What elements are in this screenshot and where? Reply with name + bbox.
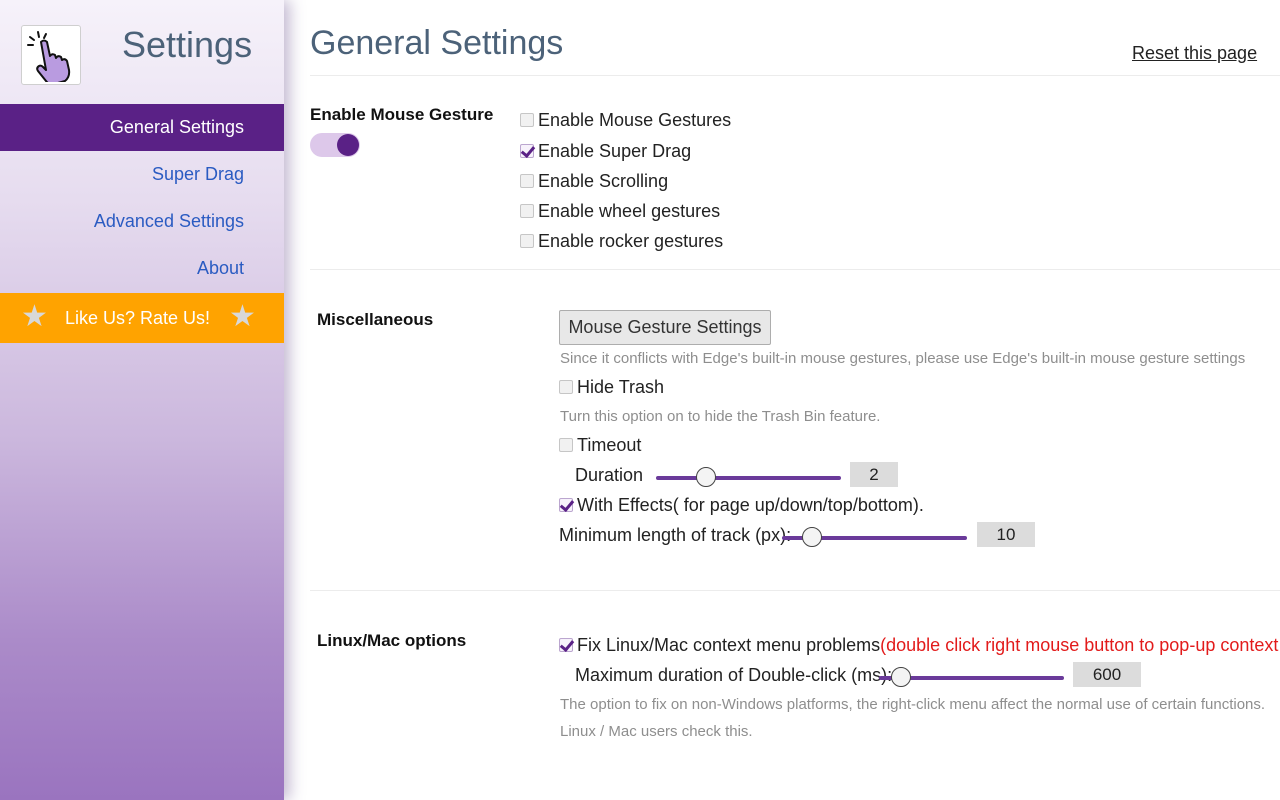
option-fix-linux-mac: Fix Linux/Mac context menu problems(doub… [559,635,1280,656]
brand-header: Settings [0,0,284,104]
hide-trash-hint: Turn this option on to hide the Trash Bi… [560,408,881,425]
sidebar-item-general-settings[interactable]: General Settings [0,104,284,151]
linux-section-label: Linux/Mac options [317,631,467,650]
sidebar: Settings General Settings Super Drag Adv… [0,0,284,800]
slider-track [656,476,841,480]
option-enable-rocker-gestures: Enable rocker gestures [520,231,723,252]
star-icon: ★ [21,300,48,333]
brand-title: Settings [122,24,253,65]
option-label: Enable Scrolling [538,171,669,191]
page-title: General Settings [310,24,564,62]
dblclick-label: Maximum duration of Double-click (ms): [575,665,893,685]
sidebar-item-advanced-settings[interactable]: Advanced Settings [0,198,284,245]
option-label: With Effects( for page up/down/top/botto… [577,495,924,515]
fix-linux-mac-checkbox[interactable] [559,638,573,652]
option-label: Enable Mouse Gestures [538,110,732,130]
hide-trash-checkbox[interactable] [559,380,573,394]
toggle-knob [337,134,359,156]
duration-label: Duration [575,465,644,485]
enable-wheel-gestures-checkbox[interactable] [520,204,534,218]
min-track-slider[interactable] [782,526,967,550]
star-icon: ★ [229,300,256,333]
dblclick-slider[interactable] [879,666,1064,690]
gesture-section-label: Enable Mouse Gesture [310,105,494,124]
option-enable-scrolling: Enable Scrolling [520,171,668,192]
linux-hint-line2: Linux / Mac users check this. [560,723,753,740]
option-label: Enable Super Drag [538,141,692,161]
option-hide-trash: Hide Trash [559,377,664,398]
option-with-effects: With Effects( for page up/down/top/botto… [559,495,924,516]
with-effects-checkbox[interactable] [559,498,573,512]
dblclick-value: 600 [1073,662,1141,687]
enable-mouse-gestures-checkbox[interactable] [520,113,534,127]
divider [310,75,1280,76]
reset-page-link[interactable]: Reset this page [1132,43,1257,64]
divider [310,269,1280,270]
sidebar-item-about[interactable]: About [0,245,284,292]
option-label: Timeout [577,435,642,455]
min-track-label: Minimum length of track (px): [559,525,792,545]
option-label: Enable rocker gestures [538,231,724,251]
mouse-gesture-toggle[interactable] [310,133,360,157]
mouse-gesture-settings-button[interactable]: Mouse Gesture Settings [559,310,771,345]
slider-thumb[interactable] [801,527,822,547]
enable-scrolling-checkbox[interactable] [520,174,534,188]
rate-us-button[interactable]: ★ Like Us? Rate Us! ★ [0,293,284,343]
fix-note: (double click right mouse button to pop-… [880,635,1280,655]
sidebar-nav: General Settings Super Drag Advanced Set… [0,104,284,292]
linux-hint-line1: The option to fix on non-Windows platfor… [560,696,1266,713]
duration-value: 2 [850,462,898,487]
main-content: General Settings Reset this page Enable … [284,0,1280,800]
option-label: Enable wheel gestures [538,201,721,221]
duration-slider[interactable] [656,466,841,490]
button-hint: Since it conflicts with Edge's built-in … [560,350,1246,367]
slider-thumb[interactable] [891,667,912,687]
enable-super-drag-checkbox[interactable] [520,144,534,158]
misc-section-label: Miscellaneous [317,310,434,329]
option-label: Fix Linux/Mac context menu problems [577,635,881,655]
slider-thumb[interactable] [695,467,716,487]
hand-pointer-icon [21,25,81,85]
option-enable-super-drag: Enable Super Drag [520,141,691,162]
option-timeout: Timeout [559,435,641,456]
divider [310,590,1280,591]
option-enable-mouse-gestures: Enable Mouse Gestures [520,110,731,131]
option-enable-wheel-gestures: Enable wheel gestures [520,201,720,222]
option-label: Hide Trash [577,377,665,397]
sidebar-item-super-drag[interactable]: Super Drag [0,151,284,198]
enable-rocker-gestures-checkbox[interactable] [520,234,534,248]
timeout-checkbox[interactable] [559,438,573,452]
min-track-value: 10 [977,522,1035,547]
rate-us-label: Like Us? Rate Us! [65,308,211,328]
